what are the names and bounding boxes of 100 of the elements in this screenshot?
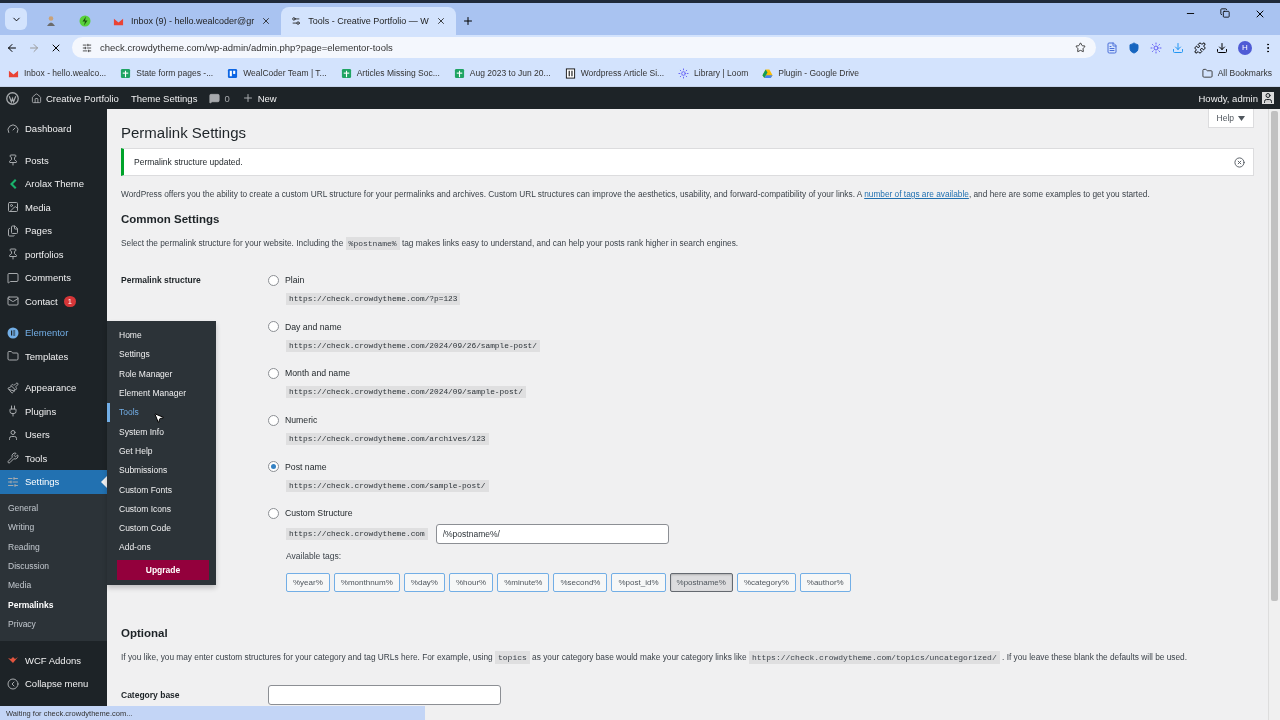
site-info-icon[interactable] — [82, 42, 92, 53]
sidebar-item[interactable]: Collapse menu — [0, 672, 107, 696]
bookmark[interactable]: Articles Missing Soc... — [340, 67, 440, 79]
upgrade-button[interactable]: Upgrade — [117, 560, 209, 581]
bookmark[interactable]: WealCoder Team | T... — [227, 67, 327, 79]
bookmark[interactable]: Plugin - Google Drive — [762, 67, 860, 79]
section-description: If you like, you may enter custom structures for your category and tag URLs here. For example, using topics as your category base would make your category links like https://check.crowdytheme.com/topics/uncategorized/ . If you leave these blank the defaults will be used. — [121, 651, 1188, 665]
tag-button[interactable]: %minute% — [497, 573, 550, 593]
sidebar-item[interactable]: WCF Addons — [0, 648, 107, 673]
sidebar-item[interactable]: Elementor — [0, 321, 107, 345]
site-name-link[interactable]: Creative Portfolio — [31, 92, 119, 104]
theme-settings-link[interactable]: Theme Settings — [130, 92, 198, 104]
bookmark[interactable]: Library | Loom — [678, 67, 749, 79]
close-icon[interactable] — [435, 16, 446, 26]
new-tab-icon[interactable] — [461, 15, 474, 27]
help-tab[interactable]: Help — [1207, 109, 1254, 128]
radio-button[interactable] — [268, 414, 279, 426]
radio-button[interactable] — [268, 321, 279, 333]
close-icon[interactable] — [1254, 8, 1266, 20]
sidebar-item[interactable]: Media — [0, 195, 107, 219]
tag-button[interactable]: %monthnum% — [333, 573, 400, 593]
submenu-item[interactable]: Reading — [0, 537, 107, 557]
submenu-item[interactable]: Media — [0, 575, 107, 595]
flyout-item[interactable]: Home — [107, 325, 216, 345]
submenu-item[interactable]: Discussion — [0, 556, 107, 576]
shield-icon[interactable] — [1128, 41, 1140, 54]
flyout-item[interactable]: Role Manager — [107, 364, 216, 384]
option-label: Custom Structure — [285, 508, 353, 519]
sidebar-item[interactable]: Settings — [0, 470, 107, 494]
restore-icon[interactable] — [1220, 8, 1230, 18]
flyout-item[interactable]: Element Manager — [107, 383, 216, 403]
sidebar-item[interactable]: Appearance — [0, 376, 107, 400]
sidebar-item[interactable]: Pages — [0, 219, 107, 243]
tag-button[interactable]: %author% — [799, 573, 851, 593]
section-heading: Common Settings — [121, 212, 221, 226]
flyout-item[interactable]: Settings — [107, 344, 216, 365]
back-icon[interactable] — [6, 41, 18, 54]
submenu-item[interactable]: General — [0, 498, 107, 518]
address-bar[interactable]: check.crowdytheme.com/wp-admin/admin.php?page=elementor-tools — [72, 37, 1096, 58]
submenu-item[interactable]: Privacy — [0, 614, 107, 634]
puzzle-icon[interactable] — [1194, 41, 1206, 54]
sliders-icon — [7, 475, 19, 488]
wordpress-logo-icon[interactable] — [6, 91, 19, 105]
sidebar-item[interactable]: Dashboard — [0, 117, 107, 141]
tag-button[interactable]: %category% — [736, 573, 796, 593]
bookmark[interactable]: Inbox - hello.wealco... — [8, 67, 107, 79]
sidebar-item[interactable]: Templates — [0, 344, 107, 368]
download-box-icon[interactable] — [1172, 41, 1184, 54]
sidebar-item[interactable]: Tools — [0, 446, 107, 470]
account-menu[interactable]: Howdy, admin — [1198, 92, 1274, 104]
star-icon[interactable] — [1075, 42, 1086, 53]
category-base-input[interactable] — [268, 685, 501, 706]
flyout-item[interactable]: System Info — [107, 422, 216, 442]
tag-button[interactable]: %hour% — [448, 573, 494, 593]
radio-button[interactable] — [268, 367, 279, 379]
sidebar-item[interactable]: Plugins — [0, 399, 107, 423]
flyout-item[interactable]: Add-ons — [107, 537, 216, 558]
tag-button[interactable]: %second% — [553, 573, 608, 593]
flyout-item[interactable]: Submissions — [107, 460, 216, 480]
tag-button[interactable]: %day% — [403, 573, 445, 593]
sidebar-item[interactable]: portfolios — [0, 242, 107, 266]
flyout-item[interactable]: Custom Fonts — [107, 479, 216, 500]
bookmark[interactable]: State form pages -... — [120, 67, 214, 79]
dismiss-icon[interactable] — [1234, 156, 1245, 168]
structure-input[interactable]: /%postname%/ — [435, 524, 669, 545]
tag-button[interactable]: %post_id% — [611, 573, 666, 593]
radio-button[interactable] — [268, 507, 279, 519]
comments-link[interactable]: 0 — [209, 92, 230, 104]
new-link[interactable]: New — [241, 92, 277, 104]
document-icon[interactable] — [1106, 41, 1118, 54]
bookmark[interactable]: Aug 2023 to Jun 20... — [453, 67, 551, 79]
browser-tab[interactable]: Inbox (9) - hello.wealcoder@gr — [103, 7, 282, 35]
submenu-item[interactable]: Permalinks — [0, 595, 107, 615]
flyout-item[interactable]: Custom Code — [107, 518, 216, 538]
browser-tab[interactable]: Tools - Creative Portfolio — W — [281, 7, 456, 35]
radio-button[interactable] — [268, 461, 279, 473]
flyout-item[interactable]: Custom Icons — [107, 499, 216, 519]
bookmark[interactable]: Wordpress Article Si... — [564, 67, 665, 79]
download-icon[interactable] — [1216, 41, 1228, 54]
speech-bubble-icon — [7, 271, 19, 284]
sunburst-icon[interactable] — [1150, 41, 1162, 54]
notice-text: Permalink structure updated. — [134, 157, 243, 167]
flyout-item[interactable]: Get Help — [107, 441, 216, 461]
close-icon[interactable] — [261, 16, 272, 26]
sidebar-item[interactable]: Comments — [0, 266, 107, 290]
sidebar-item[interactable]: Users — [0, 423, 107, 447]
files-icon — [7, 224, 19, 237]
profile-avatar[interactable]: H — [1238, 40, 1252, 55]
scrollbar[interactable] — [1268, 109, 1280, 720]
tag-button[interactable]: %postname% — [669, 573, 733, 593]
tags-link[interactable]: number of tags are available — [864, 189, 969, 199]
images-icon — [7, 201, 19, 214]
option-label: Day and name — [285, 321, 342, 332]
all-bookmarks[interactable]: All Bookmarks — [1201, 67, 1272, 79]
sidebar-item[interactable]: Arolax Theme — [0, 172, 107, 196]
radio-button[interactable] — [268, 274, 279, 286]
scrollbar-thumb[interactable] — [1271, 111, 1278, 601]
sidebar-item[interactable]: Posts — [0, 148, 107, 172]
submenu-item[interactable]: Writing — [0, 517, 107, 538]
tag-button[interactable]: %year% — [286, 573, 330, 593]
